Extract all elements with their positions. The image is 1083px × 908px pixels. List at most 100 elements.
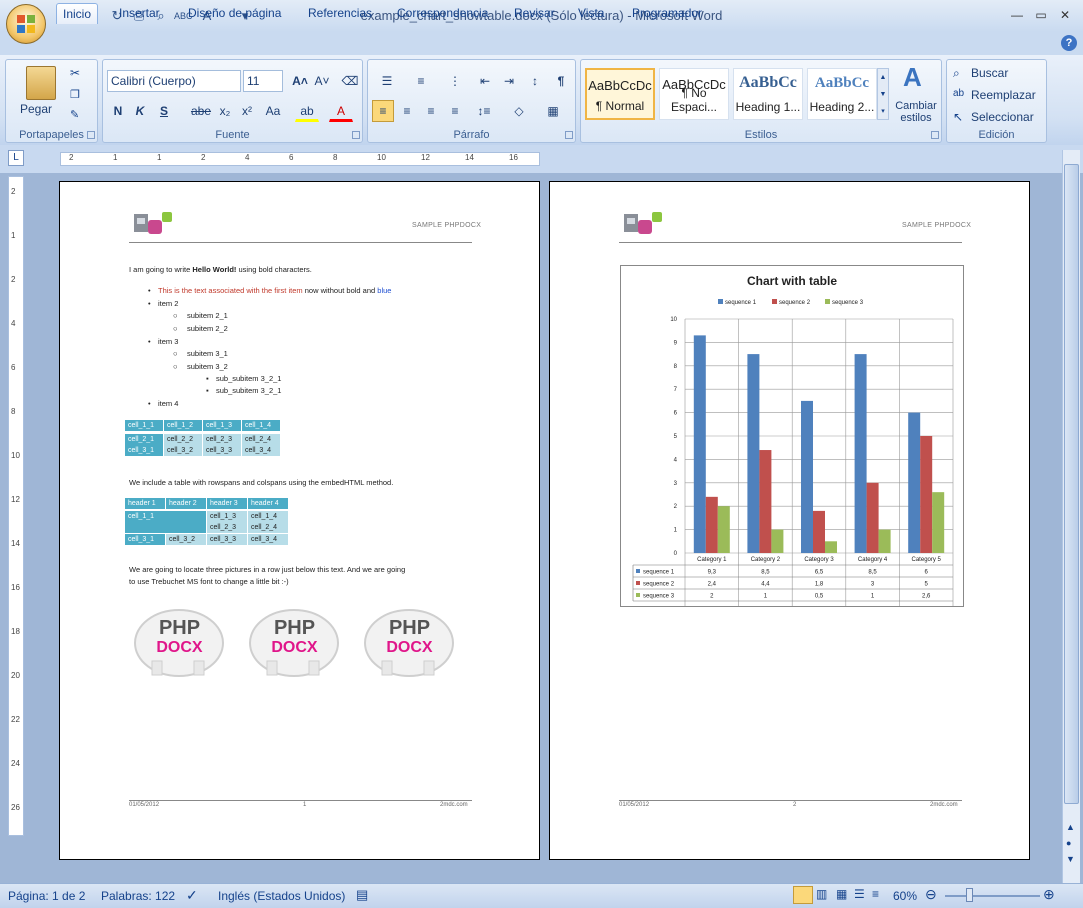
select-icon[interactable]: ↖ — [953, 110, 963, 124]
subscript-button[interactable]: x₂ — [215, 100, 235, 122]
table1-cell: cell_3_3 — [203, 445, 241, 456]
sort-icon[interactable]: ↕ — [524, 70, 546, 92]
paste-button[interactable]: Pegar — [20, 102, 52, 116]
show-marks-icon[interactable]: ¶ — [550, 70, 572, 92]
highlight-icon[interactable]: ab — [295, 100, 319, 122]
tab-revisar[interactable]: Revisar — [508, 3, 561, 24]
strikethrough-button[interactable]: abe — [189, 100, 213, 122]
tab-inicio[interactable]: Inicio — [56, 3, 99, 24]
bullets-icon[interactable]: ☰ — [372, 70, 402, 92]
tab-correspondencia[interactable]: Correspondencia — [391, 3, 494, 24]
paragraph-group: ☰ ≡ ⋮ ⇤ ⇥ ↕ ¶ ≡ ≡ ≡ ≡ ↕≡ ◇ ▦ Párrafo — [367, 59, 576, 143]
bold-button[interactable]: N — [109, 100, 127, 122]
line-spacing-icon[interactable]: ↕≡ — [470, 100, 498, 122]
justify-icon[interactable]: ≡ — [444, 100, 466, 122]
tab-programador[interactable]: Programador — [626, 3, 708, 24]
chart-with-table[interactable]: Chart with table sequence 1 sequence 2 sequ… — [620, 265, 964, 625]
page-1[interactable]: SAMPLE PHPDOCX I am going to write Hello… — [59, 181, 540, 860]
web-layout-icon[interactable]: ▦ — [836, 887, 847, 901]
clipboard-launcher-icon[interactable] — [87, 131, 95, 139]
paste-icon[interactable] — [26, 66, 56, 100]
align-center-icon[interactable]: ≡ — [396, 100, 418, 122]
tab-referencias[interactable]: Referencias — [302, 3, 378, 24]
paragraph-launcher-icon[interactable] — [565, 131, 573, 139]
underline-button[interactable]: S — [153, 100, 175, 122]
table-legend-swatch — [636, 593, 640, 597]
list-item: subitem 3_2 — [187, 362, 228, 371]
zoom-slider[interactable] — [945, 895, 1040, 897]
increase-indent-icon[interactable]: ⇥ — [498, 70, 520, 92]
decrease-indent-icon[interactable]: ⇤ — [474, 70, 496, 92]
font-size-select[interactable]: 11 — [243, 70, 283, 92]
elephant-text-bottom: DOCX — [271, 639, 318, 656]
style-no-spacing[interactable]: AaBbCcDc ¶ No Espaci... — [659, 68, 729, 120]
cut-icon[interactable]: ✂ — [70, 66, 80, 80]
styles-launcher-icon[interactable] — [931, 131, 939, 139]
draft-icon[interactable]: ≡ — [872, 887, 879, 901]
chart-bar — [932, 492, 945, 553]
change-case-button[interactable]: Aa — [261, 100, 285, 122]
align-right-icon[interactable]: ≡ — [420, 100, 442, 122]
minimize-button[interactable]: — — [1006, 8, 1028, 24]
shading-icon[interactable]: ◇ — [504, 100, 534, 122]
find-icon[interactable]: ⌕ — [953, 66, 960, 81]
vertical-ruler[interactable]: 2 1 2 4 6 8 10 12 14 16 18 20 22 24 26 — [8, 176, 24, 836]
scroll-down-icon[interactable]: ▼ — [1066, 854, 1075, 864]
superscript-button[interactable]: x² — [237, 100, 257, 122]
page-count-status[interactable]: Página: 1 de 2 — [8, 889, 85, 903]
language-status[interactable]: Inglés (Estados Unidos) — [218, 889, 345, 903]
zoom-in-icon[interactable]: ⊕ — [1043, 886, 1055, 903]
footer-date: 01/05/2012 — [619, 802, 650, 808]
styles-scroll-icon[interactable]: ▲ ▼ ▾ — [877, 68, 889, 120]
table-value: 2,6 — [922, 594, 931, 600]
table-value: 8,5 — [868, 570, 877, 576]
multilevel-list-icon[interactable]: ⋮ — [440, 70, 470, 92]
style-normal[interactable]: AaBbCcDc ¶ Normal — [585, 68, 655, 120]
phpdocx-elephant-image: PHP DOCX — [132, 607, 227, 679]
ruler-tick-label: 10 — [11, 451, 20, 460]
clear-format-icon[interactable]: ⌫ — [339, 70, 361, 92]
tab-diseno-pagina[interactable]: Diseño de página — [182, 3, 287, 24]
style-heading-2[interactable]: AaBbCc Heading 2... — [807, 68, 877, 120]
help-icon[interactable]: ? — [1061, 35, 1077, 51]
style-heading-1[interactable]: AaBbCc Heading 1... — [733, 68, 803, 120]
tab-selector-icon[interactable]: L — [8, 150, 24, 166]
font-family-select[interactable]: Calibri (Cuerpo) — [107, 70, 241, 92]
change-styles-icon[interactable]: A — [903, 62, 922, 93]
numbering-icon[interactable]: ≡ — [406, 70, 436, 92]
replace-button[interactable]: Reemplazar — [971, 88, 1036, 102]
tab-insertar[interactable]: Insertar — [113, 3, 166, 24]
borders-icon[interactable]: ▦ — [538, 100, 568, 122]
scroll-thumb[interactable] — [1064, 164, 1079, 804]
tab-vista[interactable]: Vista — [572, 3, 610, 24]
font-launcher-icon[interactable] — [352, 131, 360, 139]
zoom-slider-handle[interactable] — [966, 888, 973, 902]
page-2[interactable]: SAMPLE PHPDOCX Chart with table sequence … — [549, 181, 1030, 860]
font-color-icon[interactable]: A — [329, 100, 353, 122]
browse-object-icon[interactable]: ● — [1066, 838, 1071, 848]
find-button[interactable]: Buscar — [971, 66, 1008, 80]
zoom-level[interactable]: 60% — [893, 889, 917, 903]
office-button[interactable] — [6, 4, 46, 44]
word-count-status[interactable]: Palabras: 122 — [101, 889, 175, 903]
proofing-icon[interactable]: ✓ — [186, 887, 198, 904]
shrink-font-icon[interactable]: A˅ — [311, 70, 333, 92]
horizontal-ruler[interactable]: 2 1 1 2 4 6 8 10 12 14 16 — [60, 152, 540, 166]
vertical-scrollbar[interactable]: ▲ ● ▼ — [1062, 150, 1080, 883]
change-styles-button[interactable]: Cambiar estilos — [891, 100, 941, 124]
full-screen-reading-icon[interactable]: ▥ — [816, 887, 827, 901]
close-button[interactable]: ✕ — [1054, 8, 1076, 24]
macro-record-icon[interactable]: ▤ — [356, 887, 368, 903]
replace-icon[interactable]: ab — [953, 88, 964, 99]
print-layout-icon[interactable] — [793, 886, 813, 904]
format-painter-icon[interactable]: ✎ — [70, 108, 79, 121]
italic-button[interactable]: K — [131, 100, 149, 122]
select-button[interactable]: Seleccionar — [971, 110, 1034, 124]
outline-icon[interactable]: ☰ — [854, 887, 865, 901]
restore-button[interactable]: ▭ — [1030, 8, 1052, 24]
copy-icon[interactable]: ❐ — [70, 88, 80, 101]
grow-font-icon[interactable]: A˄ — [289, 70, 311, 92]
align-left-icon[interactable]: ≡ — [372, 100, 394, 122]
zoom-out-icon[interactable]: ⊖ — [925, 886, 937, 903]
scroll-up-icon[interactable]: ▲ — [1066, 822, 1075, 832]
